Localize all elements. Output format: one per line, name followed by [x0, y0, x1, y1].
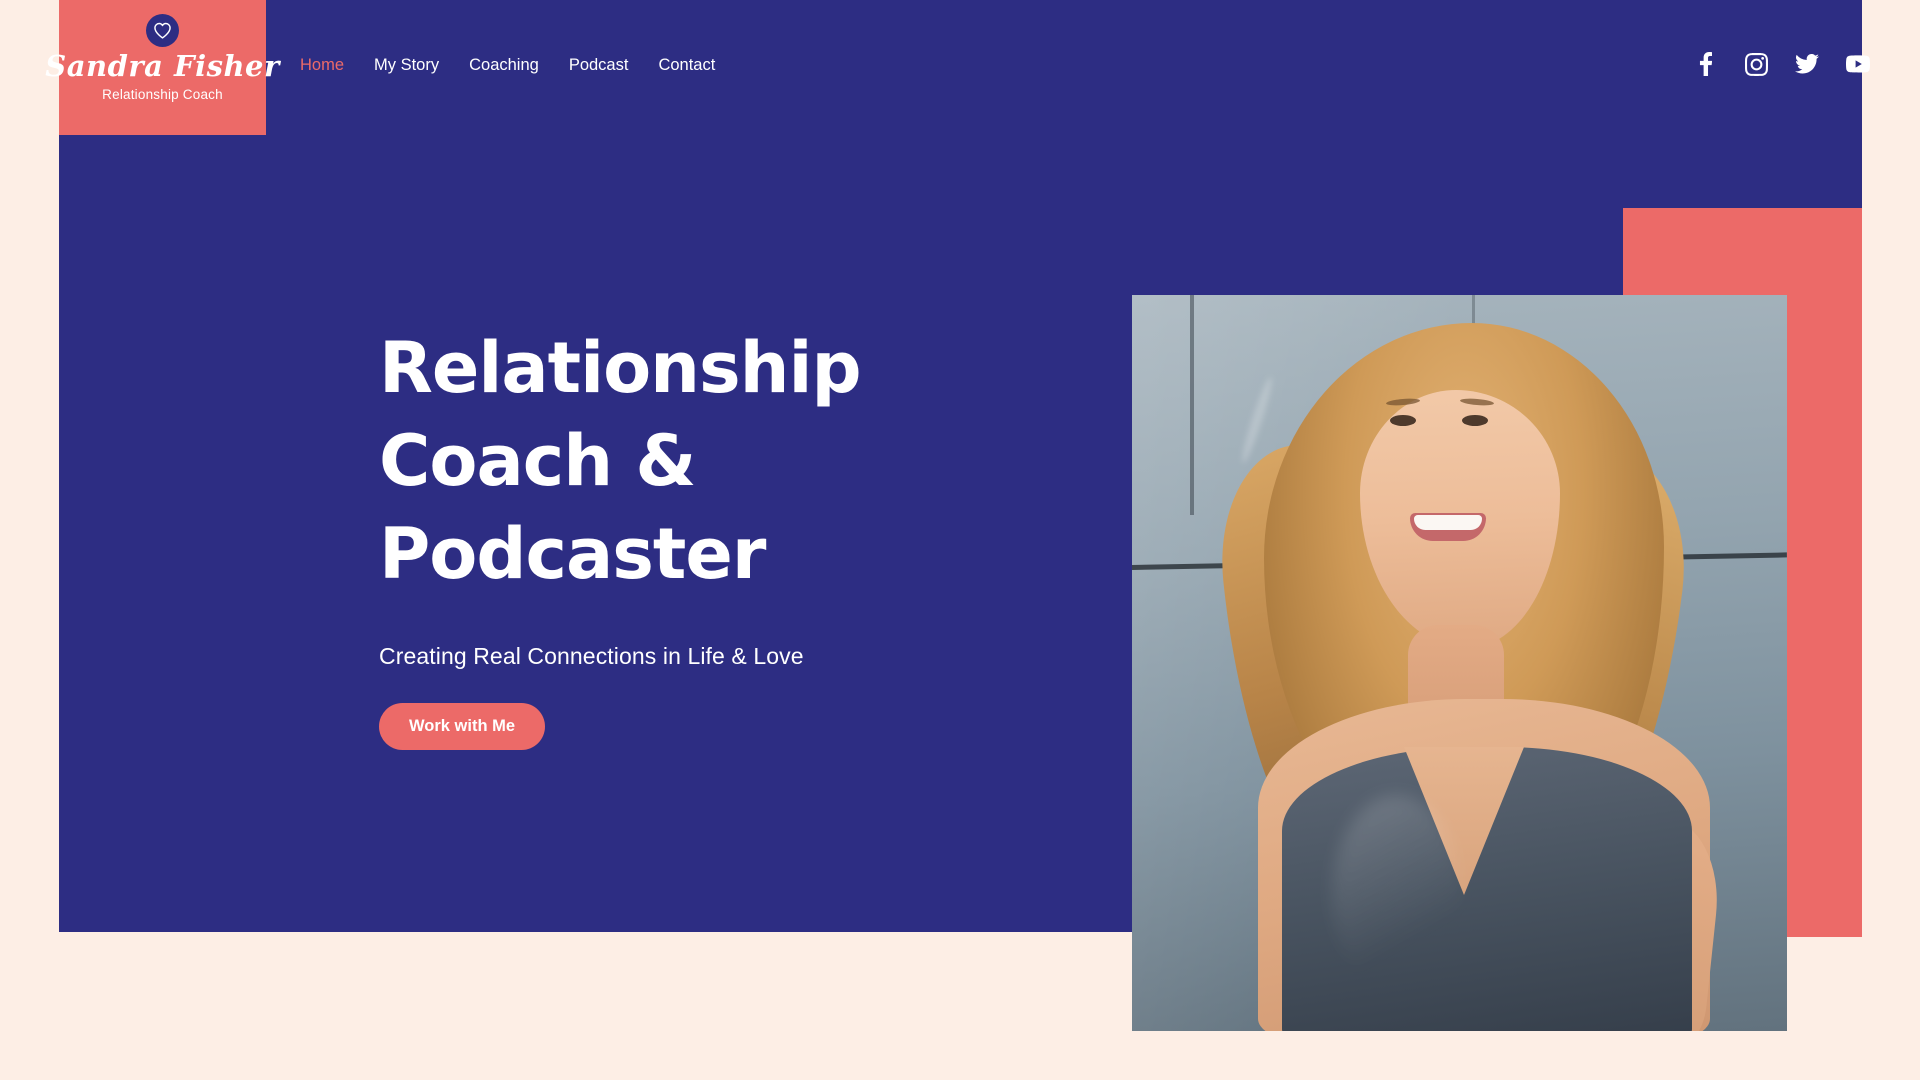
hero-title-line-1: Relationship	[379, 327, 862, 409]
nav-item-podcast[interactable]: Podcast	[569, 56, 629, 75]
main-navigation: Home My Story Coaching Podcast Contact	[300, 56, 745, 75]
portrait-eye-left	[1390, 415, 1416, 426]
portrait-dress-highlight	[1332, 795, 1462, 995]
instagram-icon[interactable]	[1744, 52, 1768, 76]
twitter-icon[interactable]	[1795, 52, 1819, 76]
site-logo[interactable]: Sandra Fisher Relationship Coach	[45, 0, 279, 135]
portrait-teeth	[1414, 515, 1482, 530]
nav-item-coaching[interactable]: Coaching	[469, 56, 539, 75]
nav-item-contact[interactable]: Contact	[658, 56, 715, 75]
logo-badge	[146, 14, 179, 47]
hero-content: Relationship Coach & Podcaster Creating …	[379, 322, 999, 750]
portrait-smile	[1410, 513, 1486, 541]
logo-name: Sandra Fisher	[45, 49, 280, 83]
hero-title-line-3: Podcaster	[379, 513, 766, 595]
page-title: Relationship Coach & Podcaster	[379, 322, 999, 601]
wall-seam-vertical	[1190, 295, 1194, 515]
hero-subtitle: Creating Real Connections in Life & Love	[379, 643, 804, 669]
portrait-eye-right	[1462, 415, 1488, 426]
nav-item-my-story[interactable]: My Story	[374, 56, 439, 75]
hero-title-line-2: Coach &	[379, 420, 696, 502]
hero-portrait-image	[1132, 295, 1787, 1031]
nav-item-home[interactable]: Home	[300, 56, 344, 75]
heart-icon	[154, 22, 171, 39]
logo-tagline: Relationship Coach	[102, 87, 223, 103]
youtube-icon[interactable]	[1846, 52, 1870, 76]
facebook-icon[interactable]	[1693, 52, 1717, 76]
social-links	[1693, 52, 1870, 76]
work-with-me-button[interactable]: Work with Me	[379, 703, 546, 750]
